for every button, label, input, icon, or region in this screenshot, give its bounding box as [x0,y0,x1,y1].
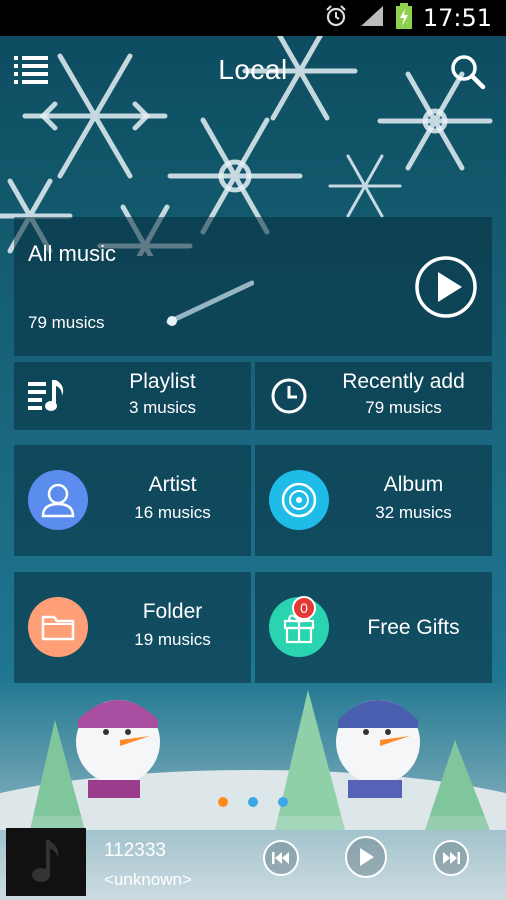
free-gifts-tile[interactable]: Free Gifts [255,572,492,683]
page-title: Local [218,54,288,85]
album-art[interactable] [6,828,86,896]
all-music-tile[interactable]: All music 79 musics [14,217,492,356]
search-icon[interactable] [450,54,490,90]
artist-count: 16 musics [134,503,211,522]
recently-add-label: Recently add [342,370,465,393]
artist-label: Artist [148,473,197,496]
clock-icon [269,376,309,416]
disc-icon [269,470,329,530]
folder-label: Folder [142,600,203,623]
album-label: Album [383,473,444,496]
play-circle-icon[interactable] [414,255,478,319]
playlist-label: Playlist [129,370,196,393]
page-indicator [218,797,288,807]
playlist-tile[interactable]: Playlist 3 musics [14,362,251,430]
mini-player[interactable]: 112333 <unknown> [0,816,506,900]
previous-icon[interactable] [263,840,299,876]
next-icon[interactable] [433,840,469,876]
shooting-star-decoration [166,280,254,326]
page-dot[interactable] [248,797,258,807]
status-bar: 17:51 [0,0,506,36]
battery-charging-icon [395,2,413,35]
playlist-count: 3 musics [128,398,197,417]
play-icon[interactable] [345,836,387,878]
person-icon [28,470,88,530]
recently-add-count: 79 musics [365,398,442,417]
notification-badge: 0 [292,596,316,620]
track-title: 112333 [104,840,166,861]
folder-count: 19 musics [134,630,211,649]
all-music-count: 79 musics [28,313,105,332]
album-tile[interactable]: Album 32 musics [255,445,492,556]
action-bar: Local [0,36,506,108]
recently-add-tile[interactable]: Recently add 79 musics [255,362,492,430]
folder-tile[interactable]: Folder 19 musics [14,572,251,683]
alarm-icon [323,3,349,34]
all-music-label: All music [28,241,117,266]
signal-icon [359,4,385,33]
page-dot[interactable] [278,797,288,807]
track-artist: <unknown> [104,870,192,889]
album-count: 32 musics [375,503,452,522]
list-menu-icon[interactable] [14,54,54,90]
music-note-icon [32,840,59,882]
artist-tile[interactable]: Artist 16 musics [14,445,251,556]
page-dot-active[interactable] [218,797,228,807]
free-gifts-label: Free Gifts [367,616,460,639]
folder-icon [28,597,88,657]
playlist-icon [28,376,68,416]
snowman-decoration [0,690,506,830]
clock-time: 17:51 [422,4,492,32]
